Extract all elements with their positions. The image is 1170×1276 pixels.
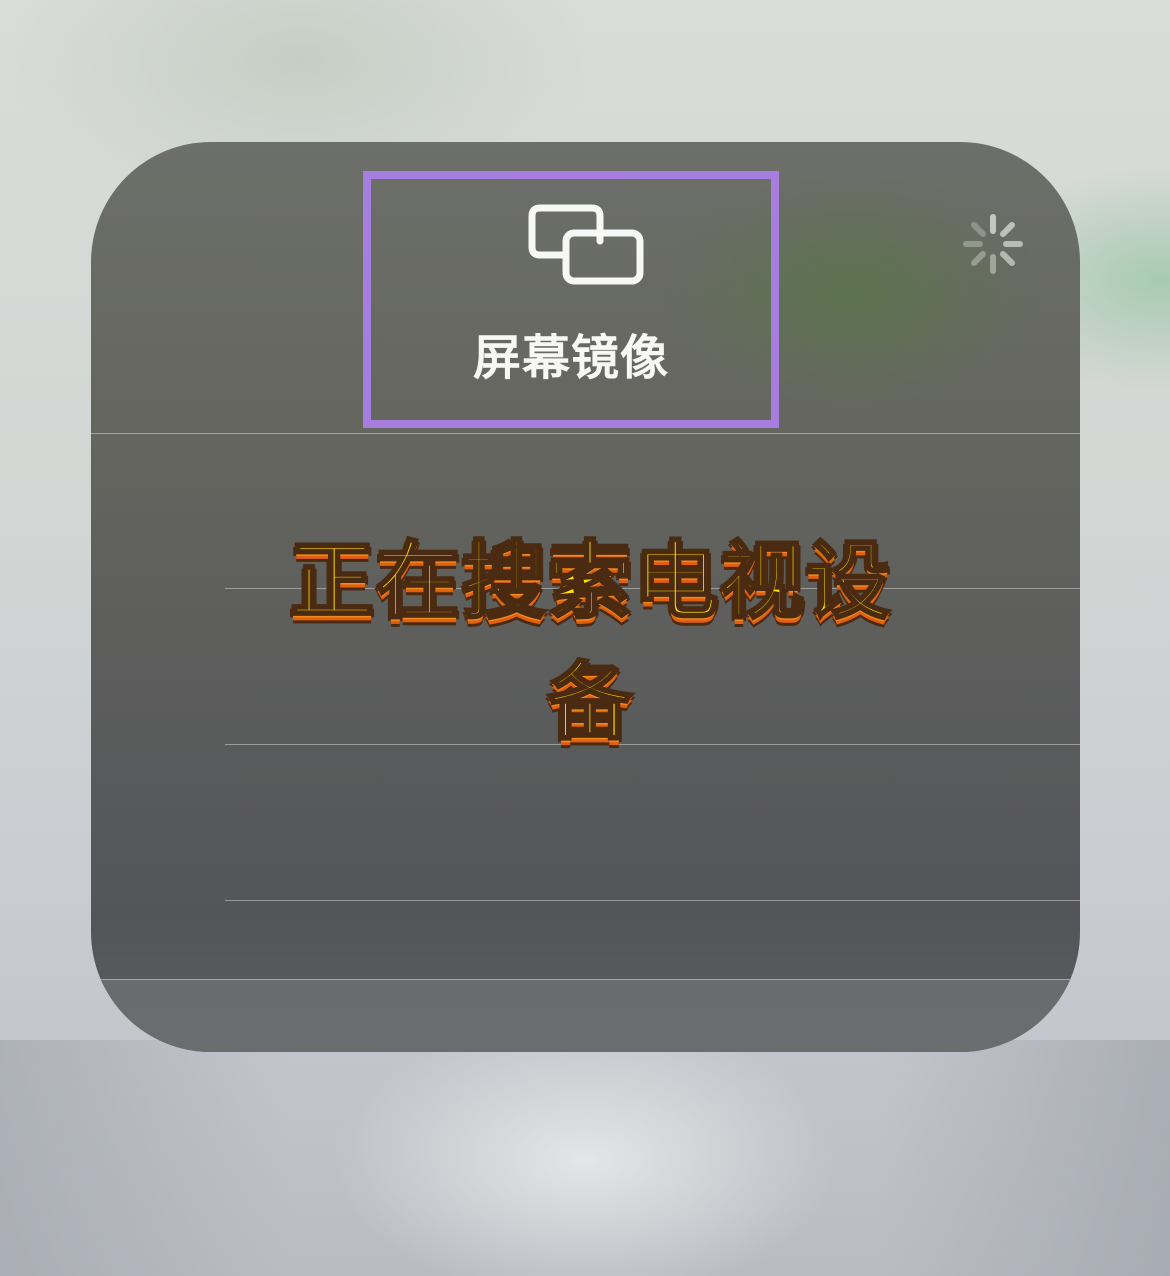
list-divider: [225, 900, 1080, 901]
screen-mirroring-title: 屏幕镜像: [472, 330, 669, 386]
screen-mirroring-panel: 屏幕镜像 正在搜索电视设备: [91, 142, 1080, 1052]
panel-header: 屏幕镜像: [91, 142, 1080, 434]
loading-spinner-icon: [963, 214, 1023, 274]
background-glow: [0, 1040, 1170, 1276]
overlay-caption: 正在搜索电视设备: [288, 531, 892, 753]
screen-mirroring-icon: [528, 204, 644, 285]
panel-footer: [91, 979, 1080, 1052]
